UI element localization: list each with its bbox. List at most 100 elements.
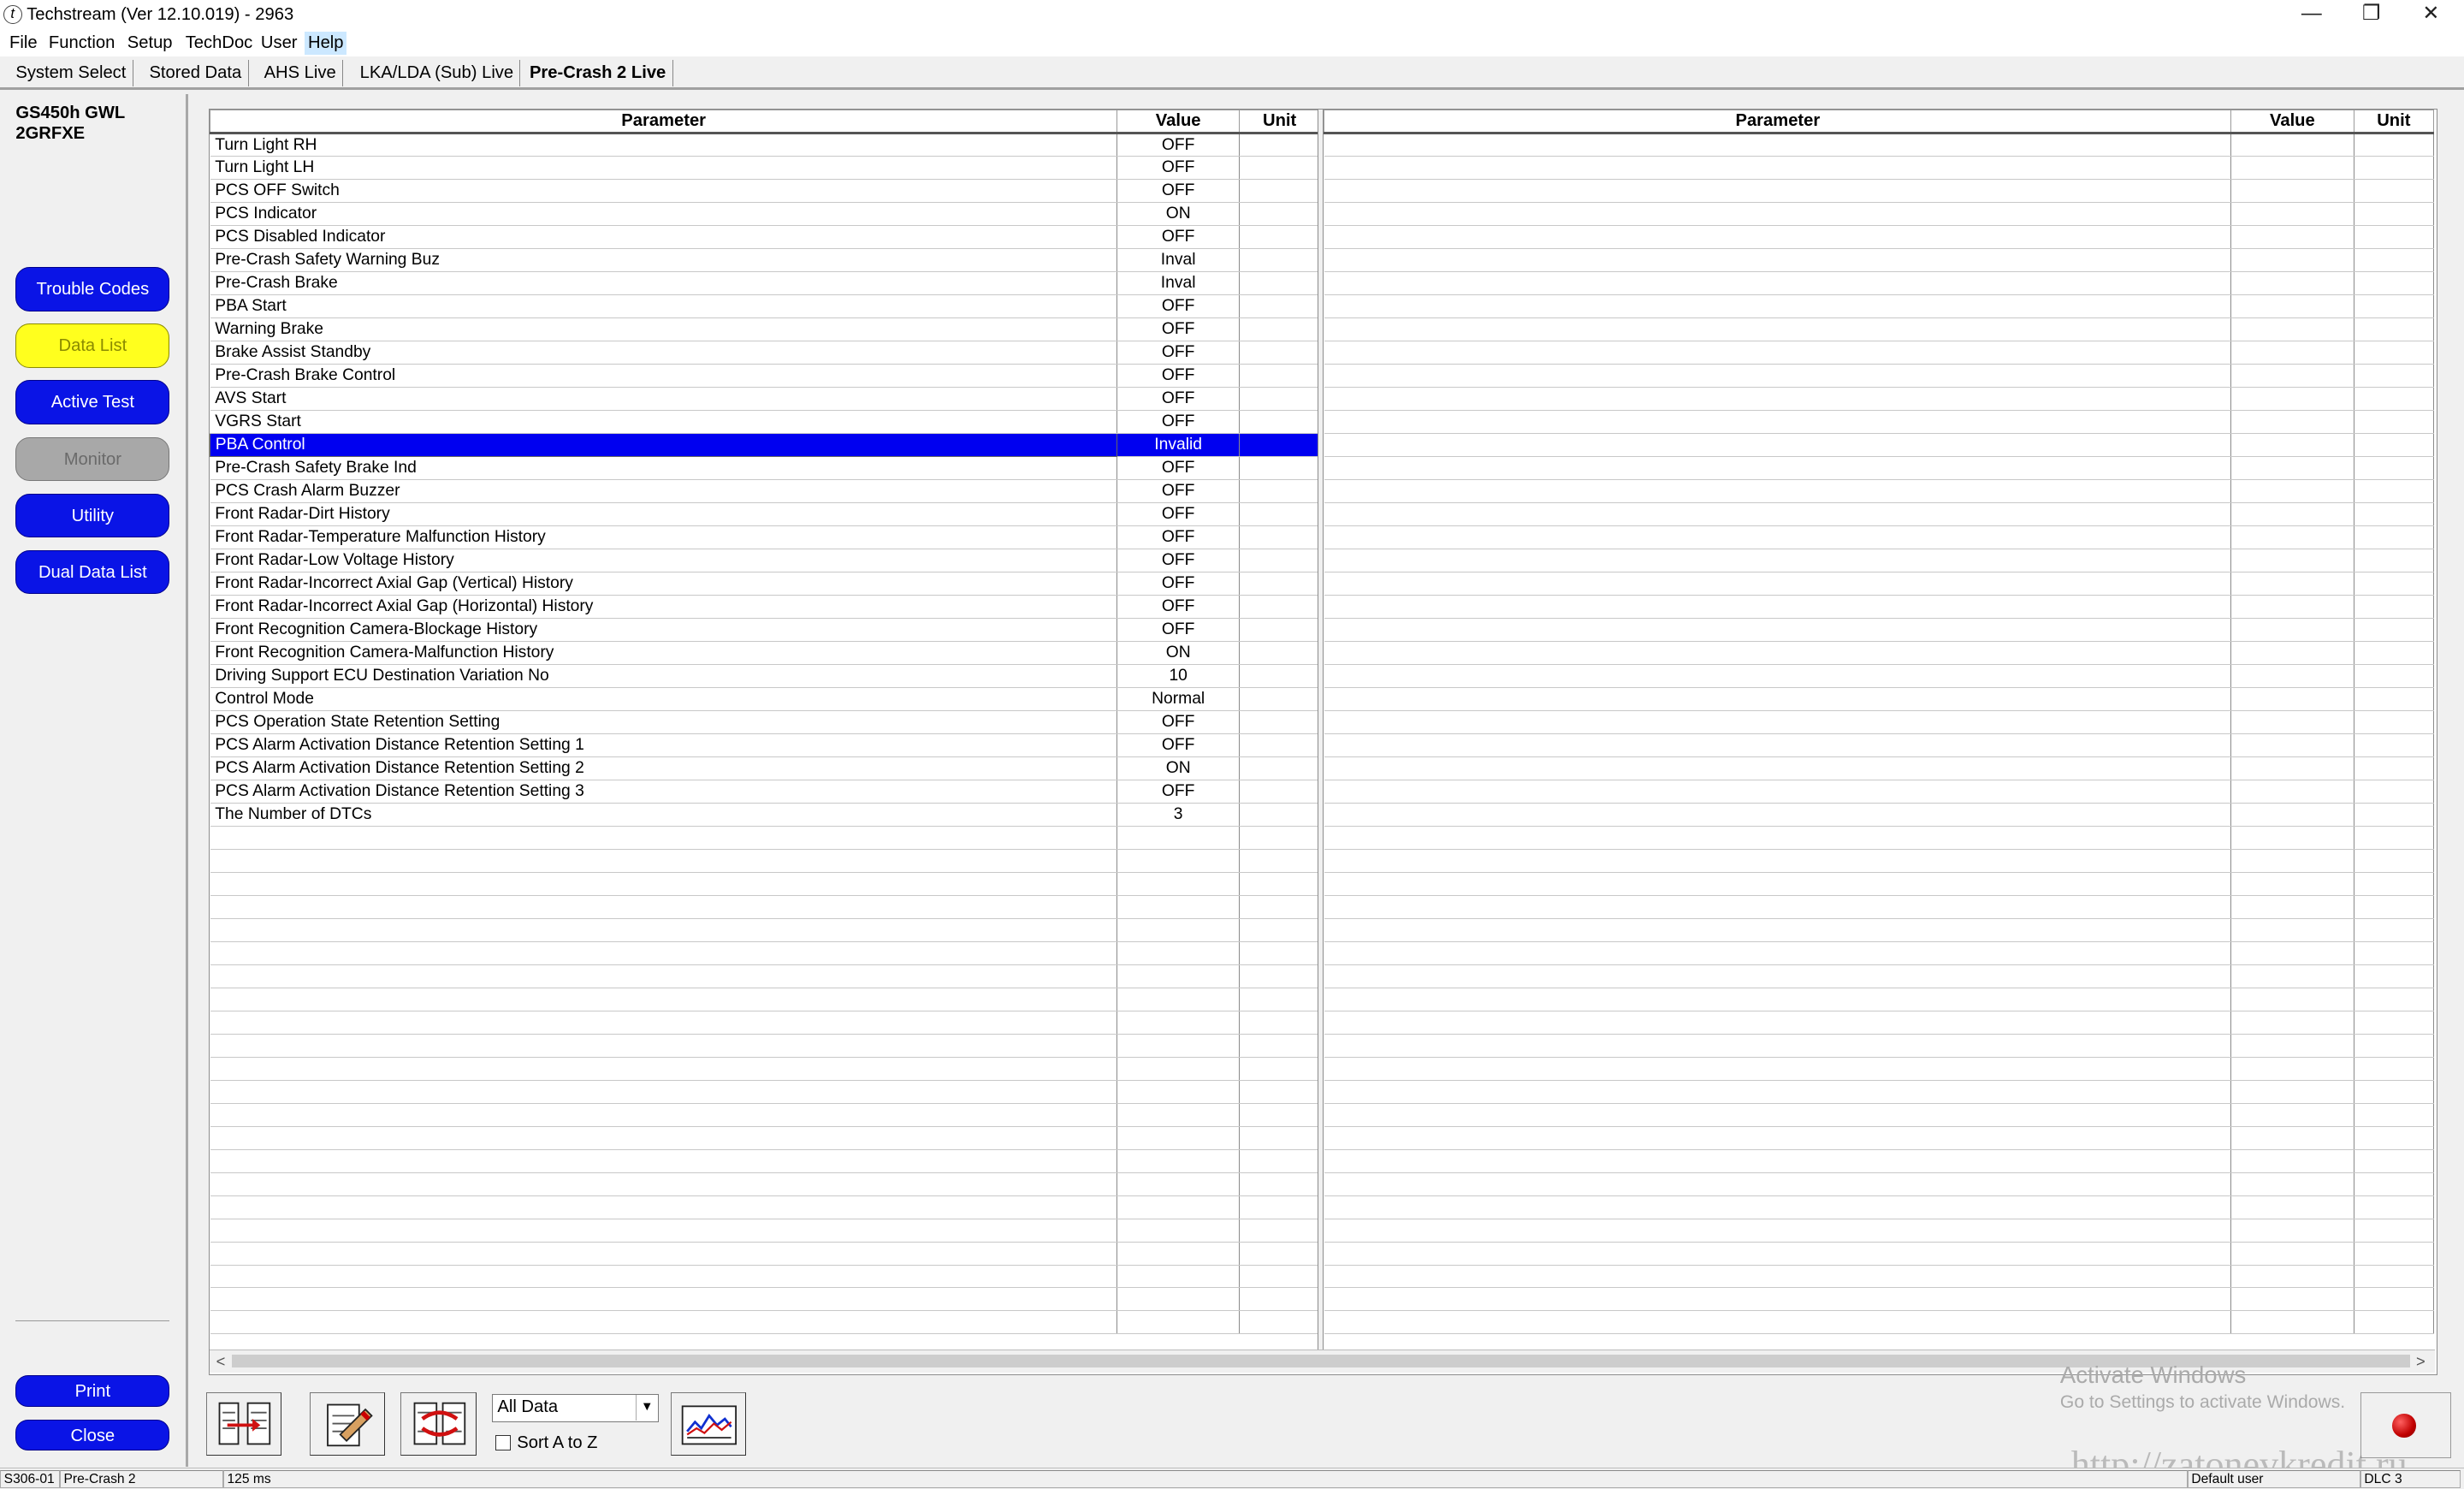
table-row[interactable]: The Number of DTCs 3: [210, 803, 1320, 827]
menu-help[interactable]: Help: [305, 31, 347, 56]
scroll-right-icon[interactable]: >: [2416, 1350, 2426, 1373]
table-row-right[interactable]: [1324, 248, 2435, 273]
close-window-button[interactable]: ✕: [2401, 0, 2461, 30]
table-row-right[interactable]: [1324, 941, 2435, 965]
table-row[interactable]: [210, 918, 1320, 942]
table-row[interactable]: [210, 941, 1320, 965]
menu-function[interactable]: Function: [45, 32, 118, 56]
table-row-right[interactable]: [1324, 872, 2435, 896]
table-row[interactable]: [210, 1126, 1320, 1150]
table-row-right[interactable]: [1324, 133, 2435, 157]
table-row[interactable]: Front Radar-Dirt History OFF: [210, 502, 1320, 526]
table-row[interactable]: [210, 988, 1320, 1011]
table-row[interactable]: Brake Assist Standby OFF: [210, 341, 1320, 365]
table-row-right[interactable]: [1324, 1310, 2435, 1335]
table-row-right[interactable]: [1324, 826, 2435, 850]
tab-stored-data[interactable]: Stored Data: [143, 59, 249, 86]
table-row-right[interactable]: [1324, 641, 2435, 665]
column-header-unit-right[interactable]: Unit: [2353, 109, 2435, 135]
table-row-right[interactable]: [1324, 549, 2435, 572]
table-row-right[interactable]: [1324, 410, 2435, 435]
table-row[interactable]: [210, 1310, 1320, 1335]
restore-button[interactable]: ❐: [2342, 0, 2402, 30]
table-row-right[interactable]: [1324, 294, 2435, 319]
table-row-right[interactable]: [1324, 202, 2435, 227]
tab-lka-lda-sub-live[interactable]: LKA/LDA (Sub) Live: [353, 59, 521, 86]
table-row-right[interactable]: [1324, 780, 2435, 804]
table-row-right[interactable]: [1324, 1219, 2435, 1243]
table-row-right[interactable]: [1324, 964, 2435, 988]
table-row[interactable]: Control Mode Normal: [210, 687, 1320, 711]
table-row[interactable]: [210, 826, 1320, 850]
tab-pre-crash-2-live[interactable]: Pre-Crash 2 Live: [524, 59, 673, 86]
graph-button[interactable]: [671, 1392, 747, 1456]
table-row[interactable]: VGRS Start OFF: [210, 410, 1320, 435]
table-row[interactable]: [210, 1242, 1320, 1266]
record-data-button[interactable]: [205, 1392, 281, 1456]
table-row-right[interactable]: [1324, 572, 2435, 596]
table-row[interactable]: PCS Alarm Activation Distance Retention …: [210, 756, 1320, 780]
table-row-right[interactable]: [1324, 156, 2435, 181]
table-row-right[interactable]: [1324, 895, 2435, 919]
table-row[interactable]: [210, 1080, 1320, 1104]
monitor-button[interactable]: Monitor: [15, 436, 170, 481]
table-row[interactable]: [210, 1103, 1320, 1127]
table-row-right[interactable]: [1324, 595, 2435, 619]
table-row[interactable]: PCS Crash Alarm Buzzer OFF: [210, 479, 1320, 504]
column-header-parameter-right[interactable]: Parameter: [1324, 109, 2232, 135]
table-row-right[interactable]: [1324, 1034, 2435, 1058]
table-row[interactable]: PBA Start OFF: [210, 294, 1320, 319]
table-row-right[interactable]: [1324, 1149, 2435, 1173]
table-row[interactable]: Turn Light LH OFF: [210, 156, 1320, 181]
table-row[interactable]: [210, 895, 1320, 919]
table-row-right[interactable]: [1324, 918, 2435, 942]
table-row[interactable]: PCS Operation State Retention Setting OFF: [210, 710, 1320, 734]
chevron-down-icon[interactable]: ▼: [635, 1395, 658, 1421]
switch-view-button[interactable]: [400, 1392, 477, 1456]
table-row-right[interactable]: [1324, 687, 2435, 711]
table-row[interactable]: PCS Alarm Activation Distance Retention …: [210, 733, 1320, 757]
tab-ahs-live[interactable]: AHS Live: [258, 59, 344, 86]
sort-a-to-z-checkbox[interactable]: [495, 1434, 511, 1451]
menu-file[interactable]: File: [6, 32, 40, 56]
table-row[interactable]: [210, 964, 1320, 988]
table-row[interactable]: [210, 1034, 1320, 1058]
menu-techdoc[interactable]: TechDoc: [182, 32, 256, 56]
table-row[interactable]: PCS Indicator ON: [210, 202, 1320, 227]
table-row[interactable]: Pre-Crash Safety Brake Ind OFF: [210, 456, 1320, 481]
table-row[interactable]: AVS Start OFF: [210, 387, 1320, 412]
table-row-right[interactable]: [1324, 364, 2435, 389]
table-row-right[interactable]: [1324, 525, 2435, 549]
data-filter-select[interactable]: All Data ▼: [491, 1394, 659, 1423]
table-row[interactable]: Pre-Crash Safety Warning Buz Inval: [210, 248, 1320, 273]
table-row-right[interactable]: [1324, 1057, 2435, 1081]
table-row-right[interactable]: [1324, 1011, 2435, 1035]
table-row-right[interactable]: [1324, 988, 2435, 1011]
utility-button[interactable]: Utility: [15, 493, 170, 538]
snapshot-button[interactable]: [309, 1392, 385, 1456]
table-row[interactable]: Pre-Crash Brake Inval: [210, 271, 1320, 296]
table-row[interactable]: PCS Alarm Activation Distance Retention …: [210, 780, 1320, 804]
table-row[interactable]: [210, 849, 1320, 873]
table-row[interactable]: Front Radar-Incorrect Axial Gap (Horizon…: [210, 595, 1320, 619]
dual-data-list-button[interactable]: Dual Data List: [15, 549, 170, 595]
table-row[interactable]: PCS OFF Switch OFF: [210, 179, 1320, 204]
table-row-right[interactable]: [1324, 1195, 2435, 1219]
table-row-right[interactable]: [1324, 502, 2435, 526]
table-row-right[interactable]: [1324, 179, 2435, 204]
table-row-right[interactable]: [1324, 849, 2435, 873]
table-row[interactable]: PBA Control Invalid: [210, 433, 1320, 458]
close-button[interactable]: Close: [15, 1419, 170, 1451]
table-row[interactable]: Warning Brake OFF: [210, 317, 1320, 342]
table-row-right[interactable]: [1324, 1265, 2435, 1289]
table-row[interactable]: [210, 1149, 1320, 1173]
table-row-right[interactable]: [1324, 1172, 2435, 1196]
scroll-left-icon[interactable]: <: [216, 1350, 226, 1373]
table-row-right[interactable]: [1324, 1126, 2435, 1150]
minimize-button[interactable]: —: [2282, 0, 2342, 30]
column-header-value[interactable]: Value: [1116, 109, 1241, 135]
table-row-right[interactable]: [1324, 341, 2435, 365]
table-row-right[interactable]: [1324, 317, 2435, 342]
column-header-value-right[interactable]: Value: [2230, 109, 2354, 135]
table-row-right[interactable]: [1324, 225, 2435, 250]
